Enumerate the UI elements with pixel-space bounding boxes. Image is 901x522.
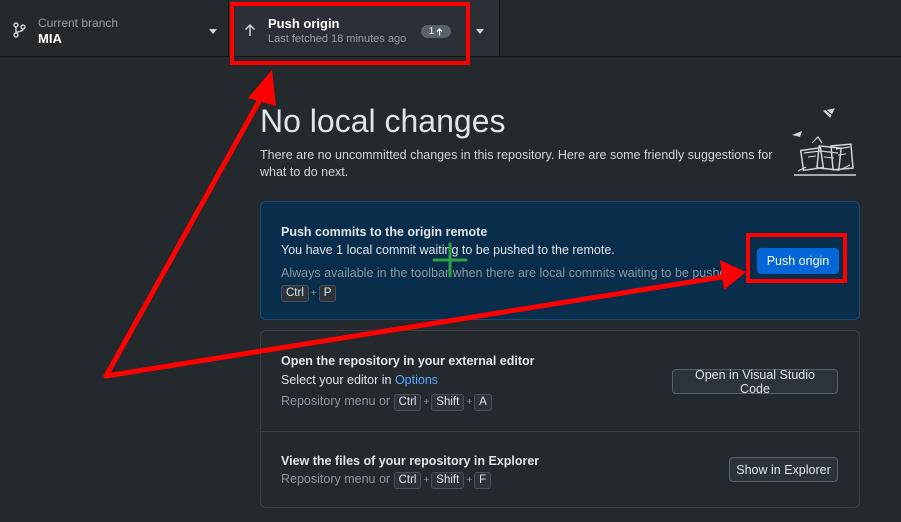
open-in-editor-button[interactable]: Open in Visual Studio Code bbox=[672, 368, 838, 396]
current-branch-button[interactable]: Current branch MIA bbox=[0, 0, 229, 56]
card-divider bbox=[261, 431, 859, 432]
empty-state-illustration bbox=[792, 108, 856, 176]
page-description: There are no uncommitted changes in this… bbox=[260, 148, 773, 179]
options-link[interactable]: Options bbox=[395, 373, 438, 387]
kbd-shift: Shift bbox=[431, 472, 465, 489]
current-branch-label: Current branch bbox=[38, 16, 119, 30]
explorer-card-title: View the files of your repository in Exp… bbox=[281, 454, 540, 468]
kbd-f: F bbox=[474, 472, 492, 489]
push-card-hint: Always available in the toolbar when the… bbox=[281, 266, 736, 280]
kbd-a: A bbox=[474, 394, 492, 411]
kbd-ctrl: Ctrl bbox=[393, 394, 422, 411]
editor-card-hint: Repository menu or Ctrl + Shift + A bbox=[281, 394, 492, 411]
page-title: No local changes bbox=[260, 103, 506, 139]
show-in-explorer-button[interactable]: Show in Explorer bbox=[729, 457, 838, 482]
annotation-box-card-push bbox=[746, 233, 847, 283]
editor-card-title: Open the repository in your external edi… bbox=[281, 354, 535, 368]
explorer-hint-prefix: Repository menu or bbox=[281, 472, 391, 486]
editor-hint-prefix: Repository menu or bbox=[281, 394, 391, 408]
push-dropdown-chevron-icon[interactable] bbox=[476, 29, 484, 34]
editor-card-text: Select your editor in Options bbox=[281, 373, 438, 387]
kbd-shift: Shift bbox=[431, 394, 465, 411]
current-branch-name: MIA bbox=[38, 31, 62, 46]
annotation-box-toolbar-push bbox=[230, 2, 470, 65]
editor-card-text-prefix: Select your editor in bbox=[281, 373, 395, 387]
push-shortcut: Ctrl + P bbox=[281, 283, 337, 302]
chevron-down-icon bbox=[209, 29, 217, 34]
kbd-ctrl: Ctrl bbox=[281, 285, 309, 302]
push-card-title: Push commits to the origin remote bbox=[281, 225, 488, 239]
git-branch-icon bbox=[13, 22, 26, 38]
kbd-p: P bbox=[318, 285, 337, 302]
explorer-card-hint: Repository menu or Ctrl + Shift + F bbox=[281, 472, 492, 489]
push-card-text: You have 1 local commit waiting to be pu… bbox=[281, 243, 615, 257]
kbd-ctrl: Ctrl bbox=[393, 472, 422, 489]
